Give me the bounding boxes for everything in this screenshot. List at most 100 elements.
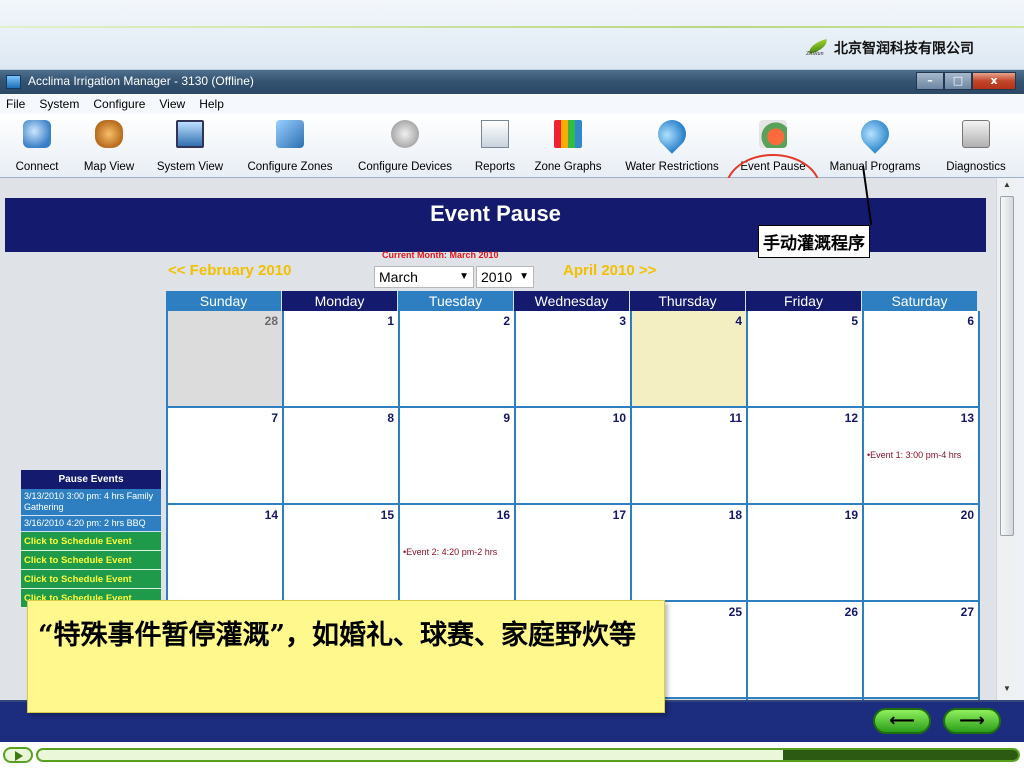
- system-view-button[interactable]: System View: [146, 114, 234, 178]
- day-number: 10: [612, 411, 626, 425]
- event-pause-icon: [759, 120, 787, 148]
- day-number: 12: [844, 411, 858, 425]
- toolbar-label: Water Restrictions: [625, 161, 719, 173]
- water-restrictions-button[interactable]: Water Restrictions: [614, 114, 730, 178]
- calendar-day-cell[interactable]: 13 •Event 1: 3:00 pm-4 hrs: [864, 408, 980, 505]
- minimize-button[interactable]: –: [916, 72, 944, 90]
- next-month-link[interactable]: April 2010 >>: [563, 262, 656, 279]
- schedule-event-link[interactable]: Click to Schedule Event: [21, 532, 161, 551]
- calendar-day-cell[interactable]: 19: [748, 505, 864, 602]
- calendar-day-cell[interactable]: 2: [400, 311, 516, 408]
- schedule-event-link[interactable]: Click to Schedule Event: [21, 551, 161, 570]
- calendar-day-cell[interactable]: 17: [516, 505, 632, 602]
- calendar-event[interactable]: •Event 2: 4:20 pm-2 hrs: [403, 547, 511, 558]
- toolbar-label: System View: [156, 161, 224, 173]
- calendar-day-cell[interactable]: 12: [748, 408, 864, 505]
- toolbar-label: Manual Programs: [829, 161, 921, 173]
- map-icon: [95, 120, 123, 148]
- connect-button[interactable]: Connect: [0, 114, 74, 178]
- scroll-up-arrow-icon[interactable]: ▲: [1000, 180, 1014, 194]
- calendar-day-cell[interactable]: 3: [516, 311, 632, 408]
- calendar-day-cell[interactable]: 16 •Event 2: 4:20 pm-2 hrs: [400, 505, 516, 602]
- pause-events-panel: Pause Events 3/13/2010 3:00 pm: 4 hrs Fa…: [21, 470, 161, 608]
- devices-icon: [391, 120, 419, 148]
- day-number: 20: [960, 508, 974, 522]
- calendar-day-cell[interactable]: 15: [284, 505, 400, 602]
- forward-arrow-button[interactable]: ⟶: [943, 708, 1001, 734]
- configure-devices-button[interactable]: Configure Devices: [347, 114, 463, 178]
- day-number: 3: [619, 314, 626, 328]
- calendar-day-cell[interactable]: 4: [632, 311, 748, 408]
- day-number: 26: [844, 605, 858, 619]
- year-select[interactable]: 2010 ▼: [476, 266, 534, 288]
- calendar-day-cell[interactable]: 20: [864, 505, 980, 602]
- day-number: 13: [960, 411, 974, 425]
- slide-header: 北京智润科技有限公司: [0, 0, 1024, 70]
- calendar-day-cell[interactable]: 26: [748, 602, 864, 699]
- company-brand: 北京智润科技有限公司: [806, 37, 974, 59]
- back-arrow-button[interactable]: ⟵: [873, 708, 931, 734]
- schedule-event-link[interactable]: Click to Schedule Event: [21, 570, 161, 589]
- toolbar-label: Connect: [15, 161, 59, 173]
- slide: { "slide": { "company_name": "北京智润科技有限公司…: [0, 0, 1024, 768]
- month-select[interactable]: March ▼: [374, 266, 474, 288]
- slide-footer: [0, 742, 1024, 768]
- month-select-value: March: [379, 269, 418, 285]
- menu-file[interactable]: File: [6, 97, 25, 111]
- map-view-button[interactable]: Map View: [74, 114, 144, 178]
- pause-event-item[interactable]: 3/16/2010 4:20 pm: 2 hrs BBQ: [21, 516, 161, 532]
- pause-event-item[interactable]: 3/13/2010 3:00 pm: 4 hrs Family Gatherin…: [21, 489, 161, 516]
- menu-system[interactable]: System: [39, 97, 79, 111]
- calendar-day-cell[interactable]: 18: [632, 505, 748, 602]
- menu-view[interactable]: View: [159, 97, 185, 111]
- calendar-day-cell[interactable]: 8: [284, 408, 400, 505]
- weekday-header: Sunday: [166, 291, 282, 311]
- calendar-day-cell[interactable]: 5: [748, 311, 864, 408]
- menu-configure[interactable]: Configure: [93, 97, 145, 111]
- calendar-day-cell[interactable]: 6: [864, 311, 980, 408]
- calendar-day-cell[interactable]: 1: [284, 311, 400, 408]
- day-number: 7: [271, 411, 278, 425]
- day-number: 16: [496, 508, 510, 522]
- day-number: 25: [728, 605, 742, 619]
- toolbar-label: Map View: [83, 161, 135, 173]
- calendar-day-cell[interactable]: 28: [168, 311, 284, 408]
- menu-bar: File System Configure View Help: [0, 94, 1024, 114]
- configure-zones-button[interactable]: Configure Zones: [236, 114, 344, 178]
- calendar-day-cell[interactable]: 10: [516, 408, 632, 505]
- manual-programs-button[interactable]: Manual Programs: [820, 114, 930, 178]
- close-button[interactable]: x: [972, 72, 1016, 90]
- window-title: Acclima Irrigation Manager - 3130 (Offli…: [28, 74, 254, 88]
- weekday-header: Monday: [282, 291, 398, 311]
- leaf-logo-icon: [806, 37, 832, 59]
- zone-graphs-button[interactable]: Zone Graphs: [527, 114, 609, 178]
- toolbar-label: Event Pause: [740, 161, 806, 173]
- system-view-icon: [176, 120, 204, 148]
- calendar-day-cell[interactable]: 9: [400, 408, 516, 505]
- calendar-day-cell[interactable]: 14: [168, 505, 284, 602]
- toolbar: Connect Map View System View Configure Z…: [0, 114, 1024, 224]
- vertical-scrollbar[interactable]: ▲ ▼: [996, 178, 1016, 700]
- menu-help[interactable]: Help: [199, 97, 224, 111]
- scrollbar-thumb[interactable]: [1000, 196, 1014, 536]
- calendar-day-cell[interactable]: 7: [168, 408, 284, 505]
- play-icon[interactable]: [3, 747, 33, 763]
- weekday-header: Tuesday: [398, 291, 514, 311]
- window-controls: – □ x: [916, 72, 1016, 90]
- maximize-button[interactable]: □: [944, 72, 972, 90]
- toolbar-label: Diagnostics: [946, 161, 1006, 173]
- weekday-header: Friday: [746, 291, 862, 311]
- calendar-day-cell[interactable]: 27: [864, 602, 980, 699]
- scroll-down-arrow-icon[interactable]: ▼: [1000, 684, 1014, 698]
- event-pause-button[interactable]: Event Pause: [734, 114, 812, 178]
- calendar-event[interactable]: •Event 1: 3:00 pm-4 hrs: [867, 450, 975, 461]
- current-month-label: Current Month: March 2010: [382, 250, 499, 260]
- prev-month-link[interactable]: << February 2010: [168, 262, 291, 279]
- day-number: 6: [967, 314, 974, 328]
- reports-button[interactable]: Reports: [465, 114, 525, 178]
- network-icon: [23, 120, 51, 148]
- calendar-weekday-header: Sunday Monday Tuesday Wednesday Thursday Frid…: [166, 291, 978, 311]
- diagnostics-button[interactable]: Diagnostics: [936, 114, 1016, 178]
- page-title: Event Pause: [430, 201, 561, 226]
- calendar-day-cell[interactable]: 11: [632, 408, 748, 505]
